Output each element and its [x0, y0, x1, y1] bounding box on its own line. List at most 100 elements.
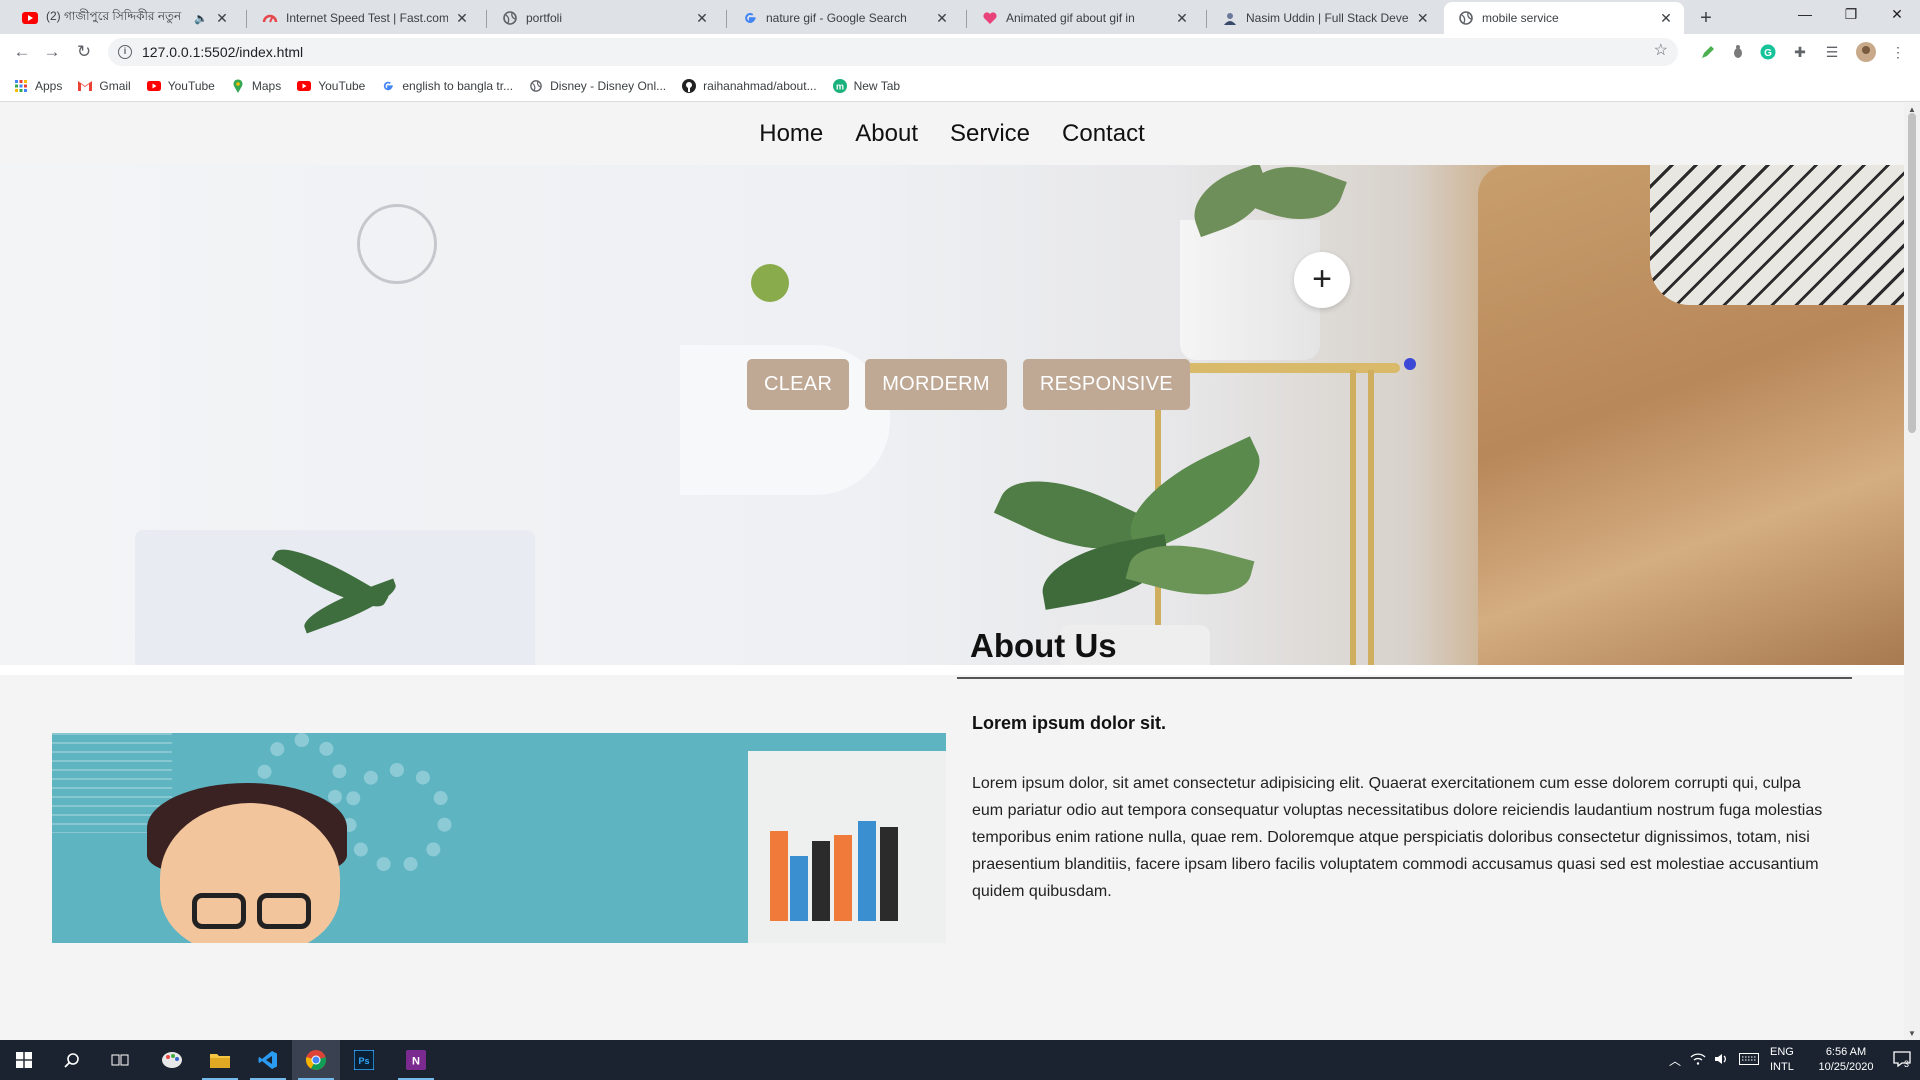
- tab-separator: [246, 10, 247, 28]
- svg-text:G: G: [1764, 48, 1772, 59]
- address-bar[interactable]: i 127.0.0.1:5502/index.html ☆: [108, 38, 1678, 66]
- notification-count: 3: [1904, 1058, 1910, 1069]
- minimize-icon[interactable]: —: [1782, 0, 1828, 30]
- hero-banner: [0, 165, 1904, 665]
- info-icon[interactable]: i: [118, 45, 132, 59]
- morderm-button[interactable]: MORDERM: [865, 359, 1007, 410]
- nav-link-contact[interactable]: Contact: [1062, 120, 1145, 148]
- plus-button[interactable]: +: [1294, 252, 1350, 308]
- responsive-button[interactable]: RESPONSIVE: [1022, 359, 1190, 410]
- svg-text:Ps: Ps: [358, 1056, 369, 1066]
- close-tab-icon[interactable]: ✕: [214, 10, 230, 27]
- profile-avatar-icon[interactable]: [1856, 42, 1876, 62]
- search-icon[interactable]: [48, 1040, 96, 1080]
- bookmark-new-tab[interactable]: m New Tab: [832, 78, 900, 93]
- windows-start-icon[interactable]: [0, 1040, 48, 1080]
- photoshop-icon[interactable]: Ps: [340, 1040, 388, 1080]
- reload-icon[interactable]: ↻: [72, 40, 96, 64]
- close-tab-icon[interactable]: ✕: [694, 10, 710, 27]
- illustration-book: [790, 856, 808, 921]
- close-tab-icon[interactable]: ✕: [934, 10, 950, 27]
- tab-title: Nasim Uddin | Full Stack Develop: [1246, 11, 1410, 25]
- nav-link-service[interactable]: Service: [950, 120, 1030, 148]
- forward-arrow-icon[interactable]: →: [40, 40, 64, 64]
- tab-separator: [1206, 10, 1207, 28]
- page-scrollbar[interactable]: ▲ ▼: [1904, 103, 1920, 1040]
- browser-tab-7-active[interactable]: mobile service ✕: [1444, 2, 1684, 34]
- tab-separator: [966, 10, 967, 28]
- onenote-icon[interactable]: N: [392, 1040, 440, 1080]
- url-text: 127.0.0.1:5502/index.html: [142, 44, 304, 60]
- chrome-taskbar-icon[interactable]: [292, 1040, 340, 1080]
- nav-link-about[interactable]: About: [855, 120, 918, 148]
- avatar-icon: [1222, 10, 1238, 26]
- google-icon: [381, 79, 395, 93]
- bookmark-youtube-1[interactable]: YouTube: [146, 79, 215, 93]
- clear-button[interactable]: CLEAR: [747, 359, 850, 410]
- browser-tab-5[interactable]: Animated gif about gif in ✕: [968, 2, 1200, 34]
- keyboard-icon[interactable]: [1734, 1052, 1764, 1068]
- volume-icon[interactable]: [1710, 1053, 1734, 1068]
- extensions-puzzle-icon[interactable]: ✚: [1790, 42, 1810, 62]
- youtube-icon: [22, 10, 38, 26]
- scroll-down-arrow-icon[interactable]: ▼: [1908, 1029, 1916, 1038]
- browser-tab-6[interactable]: Nasim Uddin | Full Stack Develop ✕: [1208, 2, 1440, 34]
- bookmark-disney[interactable]: Disney - Disney Onl...: [529, 79, 666, 93]
- wifi-icon[interactable]: [1686, 1052, 1710, 1068]
- input-language-indicator[interactable]: ENG INTL: [1770, 1045, 1810, 1075]
- browser-tab-2[interactable]: Internet Speed Test | Fast.com ✕: [248, 2, 480, 34]
- taskbar-clock[interactable]: 6:56 AM 10/25/2020: [1810, 1045, 1882, 1075]
- illustration-glasses: [257, 893, 311, 929]
- newtab-icon: m: [832, 78, 847, 93]
- file-explorer-icon[interactable]: [196, 1040, 244, 1080]
- bookmark-star-icon[interactable]: ☆: [1654, 40, 1668, 60]
- vscode-icon[interactable]: [244, 1040, 292, 1080]
- gmail-icon: [78, 79, 93, 93]
- windows-taskbar: Ps N ︿ ENG INTL 6:56 AM 10/25/2020 3: [0, 1040, 1920, 1080]
- close-tab-icon[interactable]: ✕: [1658, 10, 1674, 27]
- illustration-book: [812, 841, 830, 921]
- hero-side-table: [1160, 363, 1400, 373]
- maps-icon: [231, 78, 245, 93]
- tab-title: mobile service: [1482, 11, 1559, 25]
- apps-grid-icon: [14, 79, 28, 93]
- task-view-icon[interactable]: [96, 1040, 144, 1080]
- speaker-muted-icon[interactable]: 🔈: [194, 12, 208, 25]
- chrome-menu-icon[interactable]: ⋮: [1888, 42, 1908, 62]
- tab-separator: [486, 10, 487, 28]
- hero-picture-frame: [135, 530, 535, 665]
- extension-pen-icon[interactable]: [1698, 42, 1718, 62]
- close-window-icon[interactable]: ✕: [1874, 0, 1920, 30]
- tab-separator: [726, 10, 727, 28]
- bookmark-github[interactable]: raihanahmad/about...: [682, 78, 817, 93]
- action-center-icon[interactable]: 3: [1882, 1050, 1920, 1070]
- bookmark-apps[interactable]: Apps: [14, 79, 62, 93]
- browser-tab-4[interactable]: nature gif - Google Search ✕: [728, 2, 960, 34]
- about-heading: About Us: [970, 627, 1117, 664]
- paint-app-icon[interactable]: [148, 1040, 196, 1080]
- close-tab-icon[interactable]: ✕: [454, 10, 470, 27]
- nav-link-home[interactable]: Home: [759, 120, 823, 148]
- browser-tab-3[interactable]: portfoli ✕: [488, 2, 720, 34]
- close-tab-icon[interactable]: ✕: [1174, 10, 1190, 27]
- browser-tab-1[interactable]: (2) গাজীপুরে সিদ্দিকীর নতুন 🔈 ✕: [8, 2, 240, 34]
- extension-bug-icon[interactable]: [1728, 42, 1748, 62]
- restore-icon[interactable]: ❐: [1828, 0, 1874, 30]
- grammarly-icon[interactable]: G: [1758, 42, 1778, 62]
- media-queue-icon[interactable]: ☰: [1822, 42, 1842, 62]
- new-tab-button[interactable]: +: [1692, 4, 1720, 32]
- globe-icon: [529, 79, 543, 93]
- bookmark-translate[interactable]: english to bangla tr...: [381, 79, 513, 93]
- bookmark-youtube-2[interactable]: YouTube: [297, 79, 365, 93]
- about-subheading: Lorem ipsum dolor sit.: [972, 713, 1167, 733]
- show-hidden-icons-chevron-icon[interactable]: ︿: [1664, 1052, 1686, 1069]
- tab-title: (2) গাজীপুরে সিদ্দিকীর নতুন: [46, 9, 182, 23]
- bookmark-gmail[interactable]: Gmail: [78, 79, 131, 93]
- bookmark-maps[interactable]: Maps: [231, 79, 281, 93]
- back-arrow-icon[interactable]: ←: [10, 40, 34, 64]
- about-divider: [957, 677, 1852, 679]
- hero-table-leg: [1350, 370, 1356, 665]
- close-tab-icon[interactable]: ✕: [1415, 10, 1430, 27]
- system-tray: ︿ ENG INTL 6:56 AM 10/25/2020 3: [1664, 1040, 1920, 1080]
- scrollbar-thumb[interactable]: [1908, 113, 1916, 433]
